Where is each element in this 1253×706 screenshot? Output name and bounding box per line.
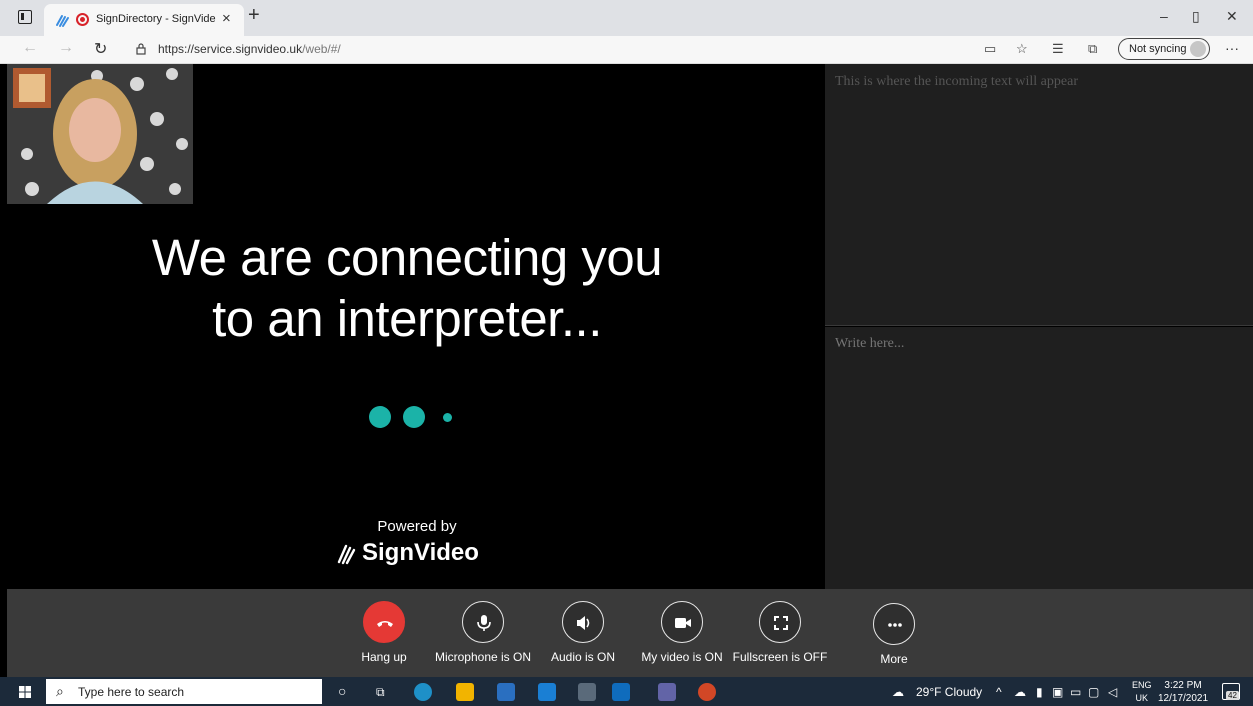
speaker-icon xyxy=(577,616,590,630)
browser-tab[interactable]: SignDirectory - SignVideo W × xyxy=(44,4,244,36)
weather-label[interactable]: 29°F Cloudy xyxy=(916,685,982,699)
connecting-message: We are connecting you to an interpreter.… xyxy=(7,227,807,349)
sync-label: Not syncing xyxy=(1129,43,1187,55)
favorites-list-icon[interactable]: ☰ xyxy=(1052,41,1064,57)
connecting-line-2: to an interpreter... xyxy=(212,290,602,347)
tray-app-icon[interactable]: ▮ xyxy=(1036,685,1043,699)
volume-icon[interactable]: ◁ xyxy=(1108,685,1117,699)
my-video-button[interactable]: My video is ON xyxy=(627,601,737,664)
tray-chevron-icon[interactable]: ^ xyxy=(996,685,1002,699)
edge-icon[interactable] xyxy=(414,683,432,701)
loading-dot-3 xyxy=(443,413,452,422)
signvideo-brand: SignVideo xyxy=(362,539,479,566)
microphone-icon xyxy=(477,615,491,631)
language-line-1: ENG xyxy=(1132,680,1152,690)
notifications-count: 42 xyxy=(1226,691,1239,700)
browser-toolbar: ← → ↻ https://service.signvideo.uk/web/#… xyxy=(0,36,1253,64)
write-text-input[interactable] xyxy=(835,336,1235,352)
taskbar-search-placeholder: Type here to search xyxy=(78,685,185,699)
network-icon[interactable]: ▢ xyxy=(1088,685,1099,699)
call-controls-bar: Hang up Microphone is ON Audio is ON My … xyxy=(7,589,1253,677)
outlook-icon[interactable] xyxy=(612,683,630,701)
hang-up-label: Hang up xyxy=(361,650,407,664)
loading-dot-1 xyxy=(369,406,391,428)
more-button[interactable]: More xyxy=(839,601,949,666)
tab-actions-icon[interactable] xyxy=(18,10,32,24)
task-view-icon[interactable]: ⧉ xyxy=(376,685,385,700)
audio-button[interactable]: Audio is ON xyxy=(528,601,638,664)
favorite-star-icon[interactable]: ☆ xyxy=(1016,41,1028,57)
teams-icon[interactable] xyxy=(658,683,676,701)
video-stage: We are connecting you to an interpreter.… xyxy=(7,64,825,589)
screen: SignDirectory - SignVideo W × + – ▯ ✕ ← … xyxy=(0,0,1253,706)
cortana-icon[interactable]: ○ xyxy=(338,683,346,699)
tray-app-icon-2[interactable]: ▣ xyxy=(1052,685,1063,699)
file-explorer-icon[interactable] xyxy=(456,683,474,701)
close-window-icon[interactable]: ✕ xyxy=(1226,8,1238,25)
back-icon[interactable]: ← xyxy=(22,39,38,57)
tab-title: SignDirectory - SignVideo W xyxy=(96,13,216,25)
fullscreen-icon xyxy=(774,616,788,630)
loading-dot-2 xyxy=(403,406,425,428)
hang-up-button[interactable]: Hang up xyxy=(329,601,439,664)
app-icon[interactable] xyxy=(578,683,596,701)
search-icon: ⌕ xyxy=(56,683,64,699)
restore-icon[interactable]: ▯ xyxy=(1192,8,1200,25)
app-available-icon[interactable]: ▭ xyxy=(984,41,996,57)
clock-time: 3:22 PM xyxy=(1164,680,1202,691)
windows-start-icon[interactable] xyxy=(19,686,31,698)
collections-icon[interactable]: ⧉ xyxy=(1088,41,1097,57)
onedrive-icon[interactable]: ☁ xyxy=(1014,685,1026,699)
battery-icon[interactable]: ▭ xyxy=(1070,685,1081,699)
more-label: More xyxy=(880,652,908,666)
connecting-line-1: We are connecting you xyxy=(151,229,663,286)
mail-icon[interactable] xyxy=(538,683,556,701)
tab-close-icon[interactable]: × xyxy=(222,10,231,27)
more-icon xyxy=(888,623,902,627)
audio-label: Audio is ON xyxy=(550,650,616,664)
new-tab-icon[interactable]: + xyxy=(248,4,260,27)
taskbar-clock[interactable]: 3:22 PM 12/17/2021 xyxy=(1158,679,1208,705)
self-view-video xyxy=(7,64,193,204)
windows-taskbar: ⌕ Type here to search ○ ⧉ ☁ 29°F Cloudy … xyxy=(0,677,1253,706)
fullscreen-button[interactable]: Fullscreen is OFF xyxy=(725,601,835,664)
browser-tab-strip: SignDirectory - SignVideo W × + – ▯ ✕ xyxy=(0,0,1253,36)
url-path: /web/#/ xyxy=(302,42,341,56)
forward-icon[interactable]: → xyxy=(58,39,74,57)
language-line-2: UK xyxy=(1135,693,1149,703)
refresh-icon[interactable]: ↻ xyxy=(94,39,107,59)
address-bar[interactable]: https://service.signvideo.uk/web/#/ xyxy=(158,42,341,56)
signvideo-logo-icon xyxy=(337,544,356,565)
my-video-label: My video is ON xyxy=(641,650,723,664)
video-camera-icon xyxy=(675,618,691,628)
minimize-icon[interactable]: – xyxy=(1160,8,1168,24)
powerpoint-icon[interactable] xyxy=(698,683,716,701)
write-text-panel[interactable] xyxy=(825,327,1253,589)
incoming-text-panel: This is where the incoming text will app… xyxy=(825,64,1253,326)
sync-button[interactable]: Not syncing xyxy=(1118,38,1210,60)
recording-icon xyxy=(76,13,89,26)
powered-by-label: Powered by xyxy=(377,518,457,535)
lock-icon[interactable] xyxy=(136,43,146,55)
profile-avatar xyxy=(1190,41,1206,57)
language-indicator[interactable]: ENG UK xyxy=(1132,679,1152,705)
taskbar-search[interactable]: ⌕ Type here to search xyxy=(46,679,322,704)
url-host: https://service.signvideo.uk xyxy=(158,42,303,56)
clock-date: 12/17/2021 xyxy=(1158,693,1209,704)
store-icon[interactable] xyxy=(497,683,515,701)
fullscreen-label: Fullscreen is OFF xyxy=(732,650,828,664)
browser-menu-icon[interactable]: ··· xyxy=(1225,40,1239,56)
microphone-button[interactable]: Microphone is ON xyxy=(428,601,538,664)
incoming-text-placeholder: This is where the incoming text will app… xyxy=(835,74,1078,89)
phone-hangup-icon xyxy=(377,621,393,627)
microphone-label: Microphone is ON xyxy=(434,650,532,664)
signvideo-favicon-icon xyxy=(56,15,69,27)
weather-icon: ☁ xyxy=(892,685,904,699)
